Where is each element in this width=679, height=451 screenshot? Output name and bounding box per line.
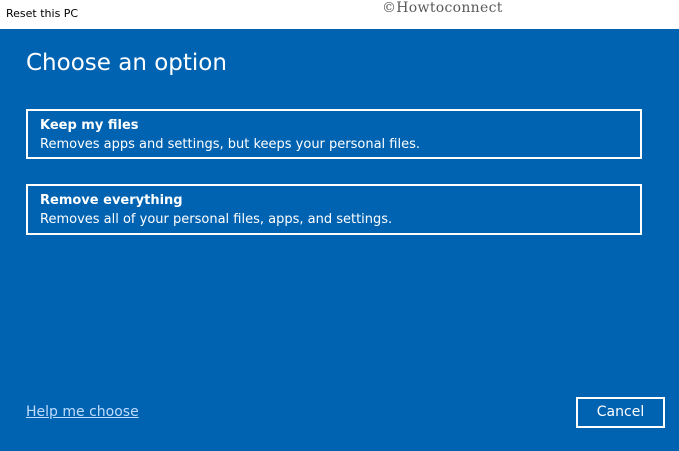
remove-everything-option[interactable]: Remove everything Removes all of your pe… (26, 184, 642, 235)
watermark: ©Howtoconnect (382, 0, 503, 16)
title-bar: Reset this PC (0, 0, 679, 29)
cancel-button[interactable]: Cancel (576, 397, 665, 428)
help-me-choose-link[interactable]: Help me choose (26, 404, 139, 420)
option-description: Removes apps and settings, but keeps you… (40, 137, 421, 152)
reset-pc-window: Reset this PC ©Howtoconnect Choose an op… (0, 0, 679, 451)
option-title: Keep my files (40, 118, 139, 133)
page-title: Choose an option (26, 50, 227, 76)
option-description: Removes all of your personal files, apps… (40, 212, 393, 227)
window-title: Reset this PC (6, 7, 79, 20)
option-title: Remove everything (40, 193, 183, 208)
keep-my-files-option[interactable]: Keep my files Removes apps and settings,… (26, 109, 642, 159)
